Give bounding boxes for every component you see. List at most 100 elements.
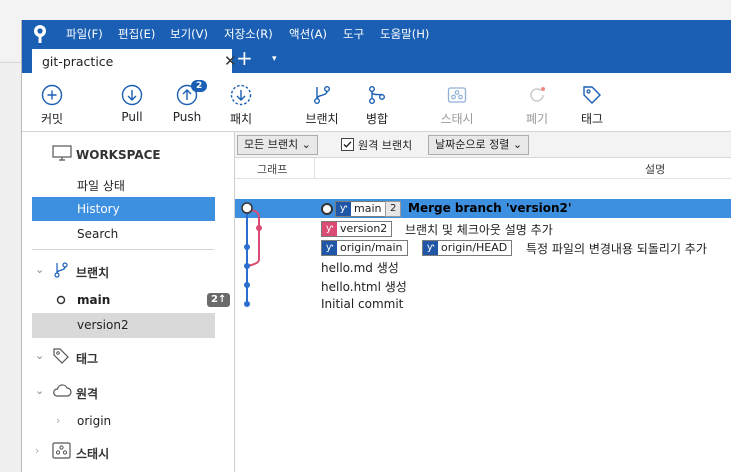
divider: [0, 62, 22, 63]
sort-order-value: 날짜순으로 정렬: [435, 138, 510, 151]
branch-button[interactable]: 브랜치: [292, 73, 352, 131]
commit-row[interactable]: ƴ version2 브랜치 및 체크아웃 설명 추가: [235, 219, 731, 238]
sidebar-item-remote-origin[interactable]: › origin: [32, 409, 215, 433]
sidebar-tags-header[interactable]: ⌄ 태그: [32, 344, 215, 368]
remote-branches-checkbox[interactable]: [341, 138, 354, 151]
tag-button[interactable]: 태그: [562, 73, 622, 131]
ref-badge-origin-head[interactable]: ƴ origin/HEAD: [422, 240, 513, 256]
plus-circle-icon: [41, 84, 63, 106]
ref-badge-origin-main[interactable]: ƴ origin/main: [321, 240, 408, 256]
description-column-label[interactable]: 설명: [645, 161, 665, 177]
new-tab-icon[interactable]: +: [236, 46, 253, 70]
commit-message: 브랜치 및 체크아웃 설명 추가: [405, 223, 553, 237]
branch-icon: ƴ: [322, 241, 337, 255]
sidebar-item-file-status[interactable]: 파일 상태: [32, 172, 215, 196]
commit-message: Initial commit: [321, 297, 404, 311]
menu-edit[interactable]: 편집(E): [118, 26, 155, 42]
branch-version2-label: version2: [77, 318, 129, 332]
sort-order-dropdown[interactable]: 날짜순으로 정렬 ⌄: [428, 135, 530, 155]
commit-row[interactable]: hello.html 생성: [235, 276, 731, 295]
ref-label: main: [354, 202, 382, 215]
sidebar-item-label: 파일 상태: [77, 179, 125, 193]
pull-label: Pull: [121, 110, 143, 124]
commit-row[interactable]: Initial commit: [235, 295, 731, 314]
current-branch-icon: [56, 295, 66, 305]
sidebar-remotes-header[interactable]: ⌄ 원격: [32, 379, 215, 403]
commit-list: ƴ main 2 Merge branch 'version2' ƴ version…: [235, 179, 731, 472]
commit-row[interactable]: ƴ main 2 Merge branch 'version2': [235, 199, 731, 218]
graph-node: [244, 263, 250, 269]
filter-bar: 모든 브랜치 ⌄ 원격 브랜치 날짜순으로 정렬 ⌄: [235, 132, 731, 158]
ref-badge-main[interactable]: ƴ main: [335, 201, 387, 217]
chevron-right-icon: ›: [35, 444, 40, 457]
ref-label: origin/HEAD: [441, 241, 508, 254]
stash-button[interactable]: 스태시: [427, 73, 487, 131]
current-head-icon: [321, 203, 333, 215]
close-icon[interactable]: ✕: [224, 52, 237, 70]
graph-column-label: 그래프: [257, 163, 288, 176]
remotes-label: 원격: [76, 387, 99, 401]
sidebar-item-branch-version2[interactable]: version2: [32, 313, 215, 338]
branch-filter-dropdown[interactable]: 모든 브랜치 ⌄: [237, 135, 318, 155]
menu-bar: 파일(F) 편집(E) 보기(V) 저장소(R) 액션(A) 도구 도움말(H): [22, 20, 731, 47]
ref-badge-version2[interactable]: ƴ version2: [321, 221, 393, 237]
commit-message: Merge branch 'version2': [408, 201, 572, 215]
push-label: Push: [172, 110, 202, 124]
merge-label: 병합: [365, 112, 389, 126]
checkmark-icon: [343, 141, 352, 148]
cloud-icon: [53, 384, 72, 397]
tag-icon: [583, 86, 601, 104]
workspace-label: WORKSPACE: [76, 148, 161, 162]
stash-icon: [447, 87, 467, 103]
commit-message: 특정 파일의 변경내용 되돌리기 추가: [526, 242, 707, 256]
patch-icon: [230, 84, 252, 106]
discard-button[interactable]: 폐기: [507, 73, 567, 131]
commit-button[interactable]: 커밋: [22, 73, 82, 131]
chevron-down-icon: ⌄: [35, 263, 45, 276]
commit-message: hello.md 생성: [321, 261, 399, 275]
merge-button[interactable]: 병합: [347, 73, 407, 131]
commit-message: hello.html 생성: [321, 280, 407, 294]
stash-label: 스태시: [440, 112, 474, 126]
remote-branches-label[interactable]: 원격 브랜치: [358, 137, 412, 153]
commit-row[interactable]: hello.md 생성: [235, 257, 731, 276]
menu-help[interactable]: 도움말(H): [380, 26, 429, 42]
graph-column-header[interactable]: 그래프: [235, 158, 315, 178]
branch-icon: ƴ: [336, 202, 351, 216]
graph-node: [244, 282, 250, 288]
sidebar-item-branch-main[interactable]: main 2↑: [32, 288, 231, 312]
chevron-right-icon: ›: [56, 414, 61, 427]
menu-view[interactable]: 보기(V): [170, 26, 208, 42]
sidebar-item-search[interactable]: Search: [32, 222, 215, 246]
tag-label: 태그: [580, 112, 604, 126]
menu-tools[interactable]: 도구: [343, 26, 364, 42]
commit-list-header: 그래프 설명: [235, 158, 731, 179]
sidebar-stash-header[interactable]: › 스태시: [32, 439, 215, 463]
graph-node: [244, 244, 250, 250]
patch-button[interactable]: 패치: [211, 73, 271, 131]
sidebar-item-history[interactable]: History: [32, 197, 215, 221]
graph-merge-line: [247, 209, 260, 267]
ref-count-badge: 2: [385, 201, 402, 217]
tab-list-dropdown-icon[interactable]: ▾: [272, 54, 277, 64]
menu-repository[interactable]: 저장소(R): [224, 26, 273, 42]
chevron-down-icon: ⌄: [35, 384, 45, 397]
arrow-down-circle-icon: [121, 84, 143, 106]
discard-label: 폐기: [525, 112, 549, 126]
branch-main-label: main: [77, 293, 111, 307]
push-count-badge: 2: [191, 80, 208, 92]
branch-filter-value: 모든 브랜치: [244, 138, 299, 151]
menu-actions[interactable]: 액션(A): [289, 26, 327, 42]
tab-git-practice[interactable]: git-practice ✕: [32, 49, 237, 73]
branches-label: 브랜치: [76, 266, 110, 280]
push-button[interactable]: 2 Push: [157, 73, 217, 131]
graph-node-head: [241, 202, 253, 214]
sidebar-branches-header[interactable]: ⌄ 브랜치: [32, 258, 215, 282]
menu-file[interactable]: 파일(F): [66, 26, 103, 42]
graph-node: [244, 301, 250, 307]
commit-row[interactable]: ƴ origin/main ƴ origin/HEAD 특정 파일의 변경내용 되돌…: [235, 238, 731, 257]
branch-icon: ƴ: [423, 241, 438, 255]
toolbar: 커밋 Pull 2 Push 패치 브랜치 병합 스태시 폐기 태그: [22, 73, 731, 132]
pull-button[interactable]: Pull: [102, 73, 162, 131]
sidebar-workspace-header[interactable]: WORKSPACE: [32, 142, 215, 166]
